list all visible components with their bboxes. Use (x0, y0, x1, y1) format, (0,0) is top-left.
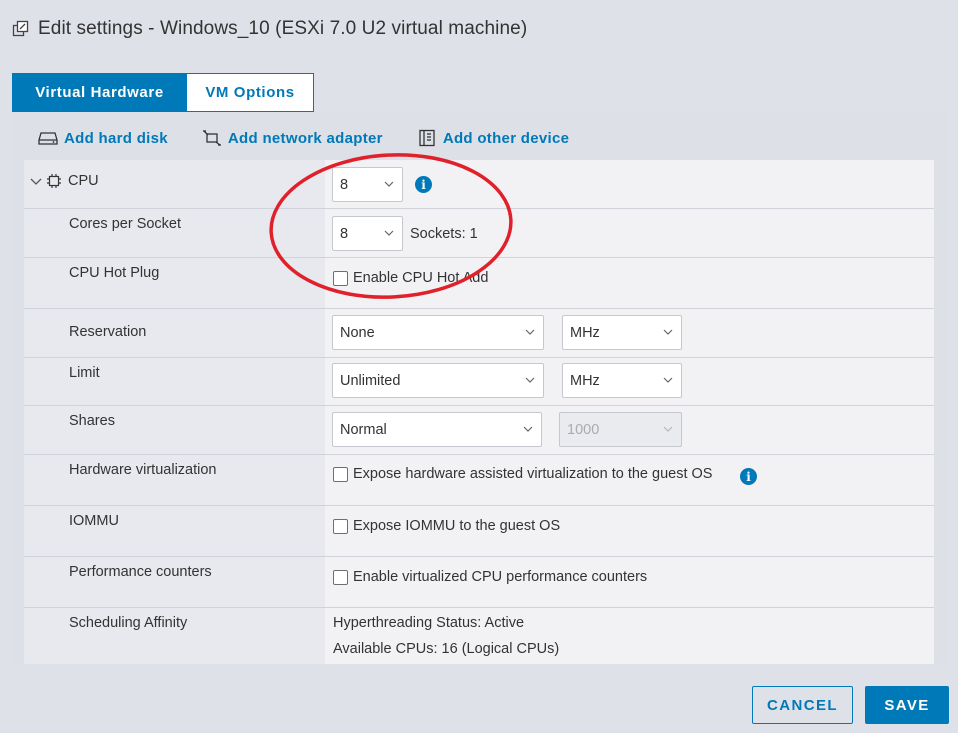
scheduling-affinity-row: Scheduling Affinity Hyperthreading Statu… (24, 608, 934, 664)
hardware-virtualization-label: Hardware virtualization (69, 462, 217, 478)
reservation-unit-select[interactable]: MHz (562, 315, 682, 350)
limit-unit-select[interactable]: MHz (562, 363, 682, 398)
edit-settings-icon (12, 20, 30, 38)
iommu-label: IOMMU (69, 513, 119, 529)
caret-down-icon (384, 181, 394, 187)
limit-row: Limit Unlimited MHz (24, 358, 934, 406)
cancel-button[interactable]: CANCEL (752, 686, 853, 724)
sockets-text: Sockets: 1 (410, 226, 478, 242)
caret-down-icon (523, 426, 533, 432)
other-device-icon (417, 129, 437, 147)
checkbox-box[interactable] (333, 518, 348, 534)
cores-per-socket-select[interactable]: 8 (332, 216, 403, 251)
checkbox-box[interactable] (333, 569, 348, 585)
shares-select[interactable]: Normal (332, 412, 542, 447)
edit-settings-dialog: Edit settings - Windows_10 (ESXi 7.0 U2 … (0, 0, 958, 733)
caret-down-icon (525, 377, 535, 383)
add-hard-disk-button[interactable]: Add hard disk (38, 129, 168, 147)
shares-row: Shares Normal 1000 (24, 406, 934, 455)
cpu-count-select[interactable]: 8 (332, 167, 403, 202)
cores-per-socket-row: Cores per Socket 8 Sockets: 1 (24, 209, 934, 258)
cpu-section-label: CPU (68, 173, 99, 189)
enable-perf-counters-checkbox[interactable]: Enable virtualized CPU performance count… (333, 569, 647, 585)
tab-virtual-hardware[interactable]: Virtual Hardware (12, 73, 187, 112)
shares-value: Normal (340, 421, 387, 438)
limit-label: Limit (69, 365, 100, 381)
limit-value: Unlimited (340, 372, 401, 389)
caret-down-icon (663, 426, 673, 432)
hyperthreading-status: Hyperthreading Status: Active (333, 615, 525, 631)
hard-disk-icon (38, 129, 58, 147)
scheduling-affinity-label: Scheduling Affinity (69, 615, 188, 631)
iommu-row: IOMMU Expose IOMMU to the guest OS (24, 506, 934, 557)
caret-down-icon (663, 377, 673, 383)
hardware-virtualization-row: Hardware virtualization Expose hardware … (24, 455, 934, 506)
cores-per-socket-label: Cores per Socket (69, 216, 182, 232)
grid-scrollbar[interactable] (934, 160, 946, 664)
reservation-label: Reservation (69, 324, 147, 340)
shares-number-input: 1000 (559, 412, 682, 447)
hardware-settings-grid: CPU 8 i Cores per Socket 8 Sockets: 1 CP… (24, 160, 934, 664)
add-device-toolbar: Add hard disk Add network adapter Add ot… (38, 129, 603, 147)
add-other-device-label: Add other device (442, 129, 570, 147)
shares-number-value: 1000 (567, 421, 600, 438)
tab-bar: Virtual Hardware VM Options (12, 73, 314, 112)
add-network-adapter-label: Add network adapter (227, 129, 383, 147)
expose-iommu-checkbox[interactable]: Expose IOMMU to the guest OS (333, 518, 560, 534)
chevron-down-icon (30, 175, 42, 187)
shares-label: Shares (69, 413, 115, 429)
cpu-section-toggle[interactable]: CPU (30, 173, 99, 189)
available-cpus: Available CPUs: 16 (Logical CPUs) (333, 641, 560, 657)
add-other-device-button[interactable]: Add other device (417, 129, 570, 147)
reservation-unit-value: MHz (570, 324, 600, 341)
dialog-title-bar: Edit settings - Windows_10 (ESXi 7.0 U2 … (12, 14, 527, 44)
save-button[interactable]: SAVE (865, 686, 949, 724)
checkbox-box[interactable] (333, 270, 348, 286)
reservation-select[interactable]: None (332, 315, 544, 350)
add-network-adapter-button[interactable]: Add network adapter (202, 129, 383, 147)
tab-vm-options[interactable]: VM Options (187, 73, 314, 112)
enable-cpu-hot-add-label: Enable CPU Hot Add (353, 270, 489, 286)
checkbox-box[interactable] (333, 466, 348, 482)
virtual-hardware-panel: Add hard disk Add network adapter Add ot… (12, 112, 946, 664)
network-adapter-icon (202, 129, 222, 147)
dialog-title: Edit settings - Windows_10 (ESXi 7.0 U2 … (38, 18, 528, 39)
reservation-row: Reservation None MHz (24, 309, 934, 358)
cpu-hot-plug-row: CPU Hot Plug Enable CPU Hot Add (24, 258, 934, 309)
info-icon[interactable]: i (415, 176, 432, 193)
cpu-row: CPU 8 i (24, 160, 934, 209)
caret-down-icon (663, 329, 673, 335)
expose-hw-virtualization-checkbox[interactable]: Expose hardware assisted virtualization … (333, 466, 712, 482)
expose-hw-virtualization-label: Expose hardware assisted virtualization … (353, 466, 713, 482)
performance-counters-label: Performance counters (69, 564, 212, 580)
cpu-count-value: 8 (340, 176, 349, 193)
enable-cpu-hot-add-checkbox[interactable]: Enable CPU Hot Add (333, 270, 488, 286)
cpu-chip-icon (46, 173, 62, 189)
reservation-value: None (340, 324, 375, 341)
expose-iommu-label: Expose IOMMU to the guest OS (353, 518, 561, 534)
caret-down-icon (384, 230, 394, 236)
performance-counters-row: Performance counters Enable virtualized … (24, 557, 934, 608)
info-icon[interactable]: i (740, 468, 757, 485)
add-hard-disk-label: Add hard disk (64, 129, 168, 147)
caret-down-icon (525, 329, 535, 335)
enable-perf-counters-label: Enable virtualized CPU performance count… (353, 569, 648, 585)
limit-unit-value: MHz (570, 372, 600, 389)
limit-select[interactable]: Unlimited (332, 363, 544, 398)
cpu-hot-plug-label: CPU Hot Plug (69, 265, 160, 281)
cores-per-socket-value: 8 (340, 225, 349, 242)
